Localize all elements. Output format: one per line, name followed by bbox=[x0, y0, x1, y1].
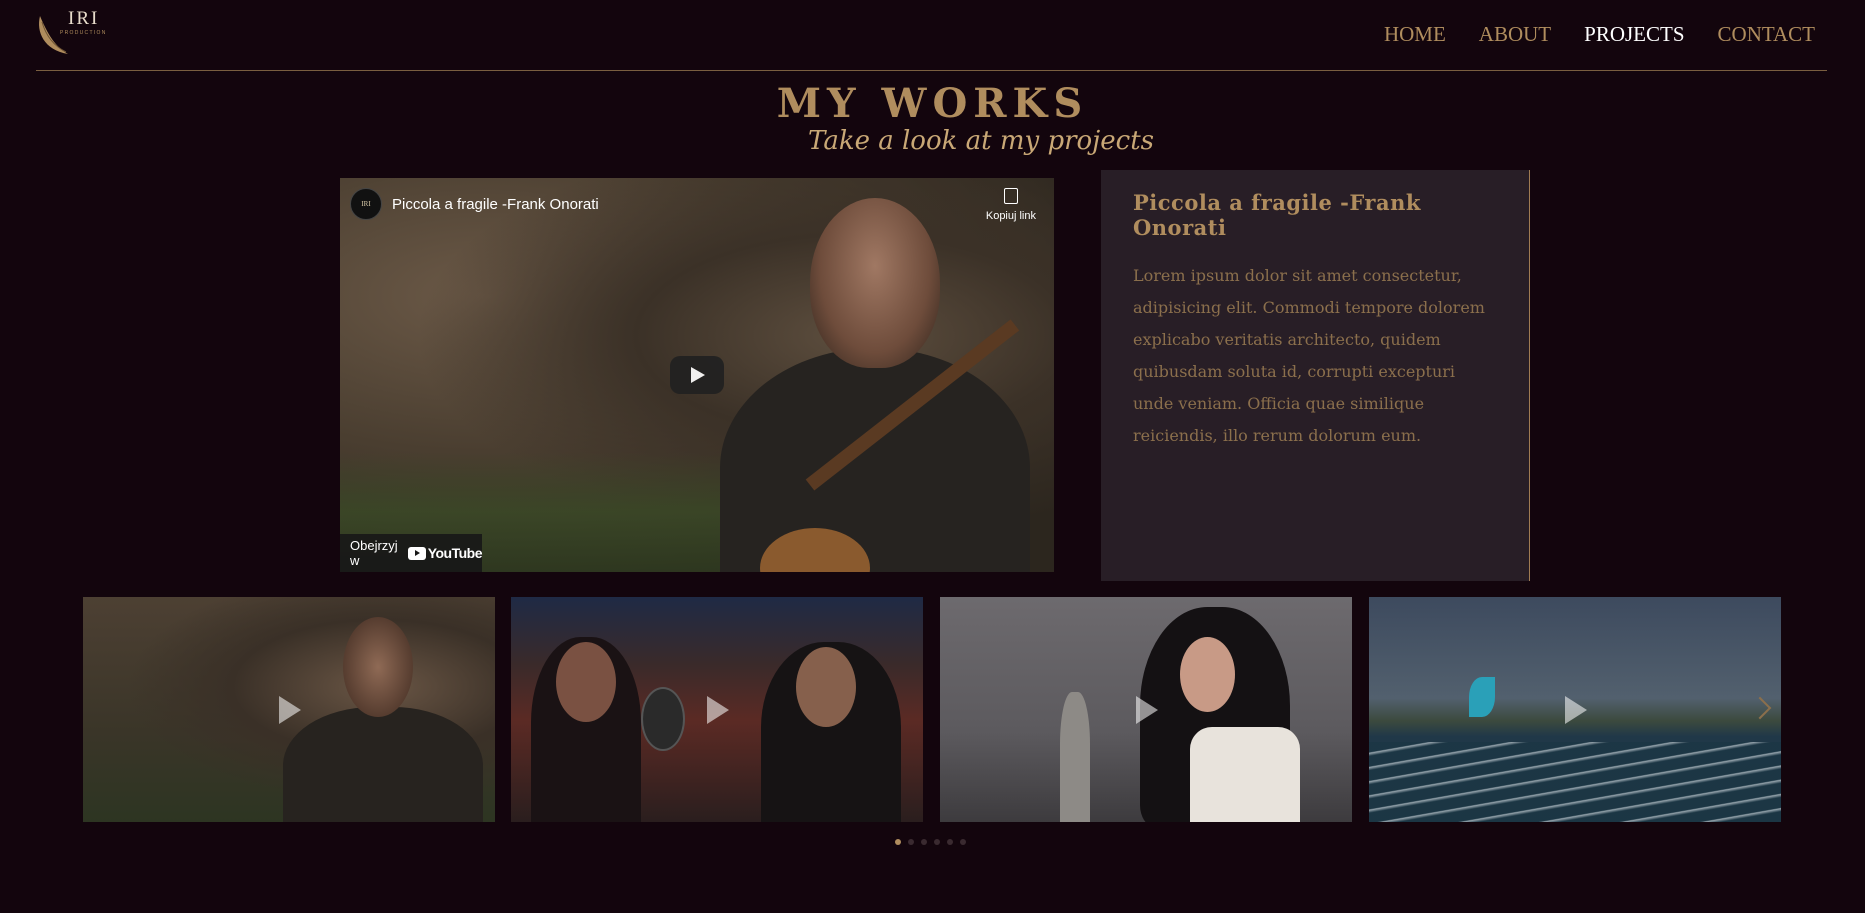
carousel-thumbnail[interactable] bbox=[83, 597, 495, 822]
carousel-dot[interactable] bbox=[921, 839, 927, 845]
carousel-dot[interactable] bbox=[934, 839, 940, 845]
copy-link-label: Kopiuj link bbox=[985, 210, 1036, 222]
nav-about[interactable]: ABOUT bbox=[1479, 22, 1551, 47]
nav-contact[interactable]: CONTACT bbox=[1718, 22, 1815, 47]
carousel-thumbnail[interactable] bbox=[940, 597, 1352, 822]
video-frame-person bbox=[720, 198, 1030, 572]
play-icon bbox=[707, 695, 729, 724]
project-description: Lorem ipsum dolor sit amet consectetur, … bbox=[1133, 266, 1485, 445]
nav-projects[interactable]: PROJECTS bbox=[1584, 22, 1684, 47]
carousel-pagination bbox=[895, 839, 966, 845]
carousel-dot[interactable] bbox=[895, 839, 901, 845]
carousel-thumbnail[interactable] bbox=[1369, 597, 1781, 822]
channel-avatar[interactable]: IRI bbox=[350, 188, 382, 220]
project-title: Piccola a fragile -Frank Onorati bbox=[1133, 190, 1421, 240]
watch-on-label: Obejrzyj w bbox=[350, 538, 398, 568]
main-nav: HOME ABOUT PROJECTS CONTACT bbox=[1384, 22, 1815, 47]
play-icon bbox=[1565, 695, 1587, 724]
logo-subtitle: PRODUCTION bbox=[60, 30, 107, 36]
carousel-thumbnail[interactable] bbox=[511, 597, 923, 822]
project-info-card: Piccola a fragile -Frank Onorati Lorem i… bbox=[1101, 170, 1530, 581]
carousel-dot[interactable] bbox=[908, 839, 914, 845]
logo-brand: IRI bbox=[68, 8, 100, 29]
youtube-logo-icon: YouTube bbox=[407, 545, 483, 561]
play-icon bbox=[1136, 695, 1158, 724]
watch-on-youtube-button[interactable]: Obejrzyj w YouTube bbox=[340, 534, 483, 572]
play-icon bbox=[279, 695, 301, 724]
nav-home[interactable]: HOME bbox=[1384, 22, 1446, 47]
header-divider bbox=[36, 70, 1827, 71]
video-player[interactable]: IRI Piccola a fragile -Frank Onorati Kop… bbox=[340, 178, 1054, 572]
carousel-dot[interactable] bbox=[960, 839, 966, 845]
copy-link-button[interactable]: Kopiuj link bbox=[986, 188, 1036, 222]
youtube-label: YouTube bbox=[427, 545, 483, 561]
copy-icon bbox=[1003, 188, 1018, 204]
video-carousel bbox=[83, 597, 1781, 822]
page-title: MY WORKS bbox=[776, 80, 1089, 127]
page-subtitle: Take a look at my projects bbox=[808, 126, 1154, 156]
carousel-dot[interactable] bbox=[947, 839, 953, 845]
video-title[interactable]: Piccola a fragile -Frank Onorati bbox=[392, 196, 599, 213]
video-header: IRI Piccola a fragile -Frank Onorati bbox=[350, 188, 599, 220]
play-button[interactable] bbox=[670, 356, 724, 394]
logo[interactable]: IRI PRODUCTION bbox=[36, 4, 106, 60]
